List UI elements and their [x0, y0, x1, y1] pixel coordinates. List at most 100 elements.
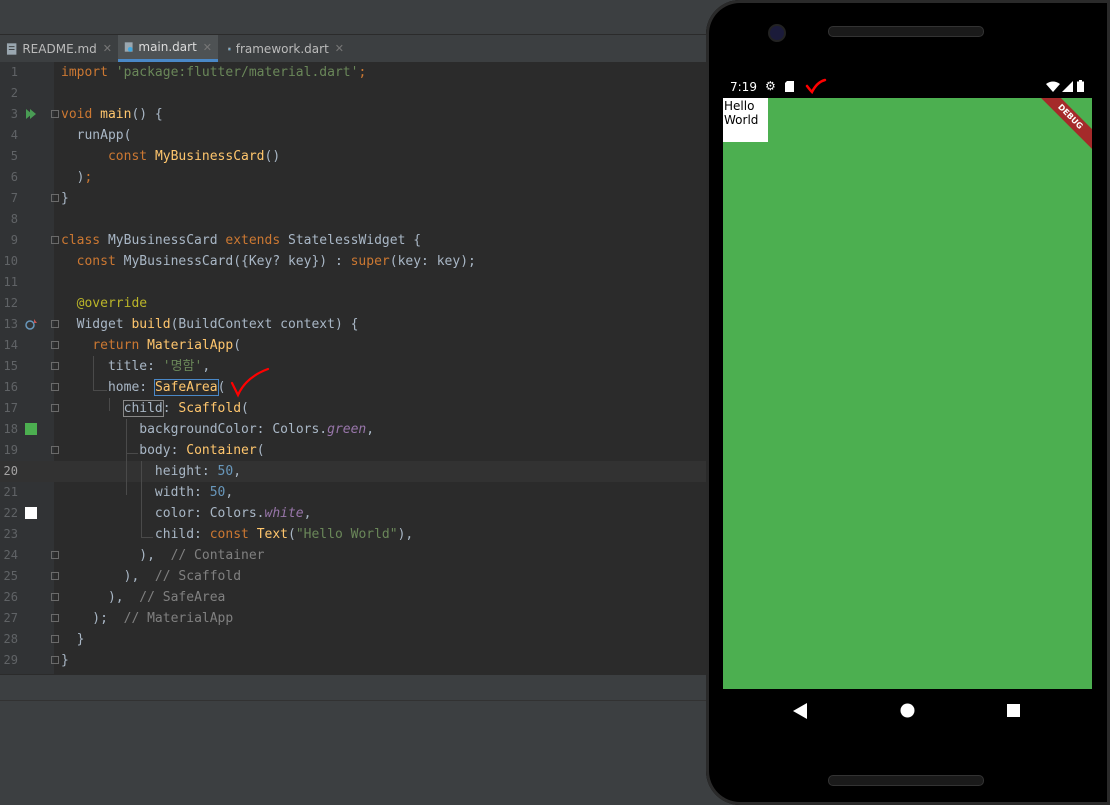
line-number: 10	[3, 254, 18, 268]
code-editor[interactable]: 1 2 3 4 5 6 7 8 9 10 11 12 13 14 15 16 17 18 19 20 21 22 23 24 2…	[0, 62, 706, 674]
line-number: 29	[3, 653, 18, 667]
fold-icon[interactable]	[51, 404, 59, 412]
fold-icon[interactable]	[51, 236, 59, 244]
code-line-15: title: '명함',	[107, 359, 211, 374]
signal-icon	[1062, 81, 1073, 92]
fold-icon[interactable]	[51, 656, 59, 664]
earpiece-speaker	[828, 26, 984, 37]
tab-label: main.dart	[138, 40, 197, 54]
fold-icon[interactable]	[51, 362, 59, 370]
status-time: 7:19	[730, 80, 757, 94]
line-number: 9	[10, 233, 18, 247]
bottom-speaker	[828, 775, 984, 786]
line-number: 21	[3, 485, 18, 499]
line-number: 13	[3, 317, 18, 331]
line-number: 15	[3, 359, 18, 373]
close-icon[interactable]: ✕	[203, 41, 212, 54]
code-line-7: }	[61, 191, 69, 206]
line-number: 16	[3, 380, 18, 394]
line-number: 3	[10, 107, 18, 121]
editor-tabs: README.md ✕ main.dart ✕ framework.dart ✕	[0, 35, 706, 63]
close-icon[interactable]: ✕	[103, 42, 112, 55]
code-line-29: }	[61, 653, 69, 668]
safearea-highlight: SafeArea	[153, 379, 219, 396]
line-number: 17	[3, 401, 18, 415]
red-checkmark-annotation	[805, 78, 827, 94]
line-number: 27	[3, 611, 18, 625]
android-nav-bar	[723, 689, 1092, 733]
line-number: 26	[3, 590, 18, 604]
wifi-icon	[1046, 81, 1060, 92]
fold-icon[interactable]	[51, 320, 59, 328]
close-icon[interactable]: ✕	[335, 42, 344, 55]
code-line-4: runApp(	[76, 128, 132, 143]
line-number: 2	[10, 86, 18, 100]
code-line-17: child: Scaffold(	[122, 400, 249, 417]
line-number: 8	[10, 212, 18, 226]
tab-label: framework.dart	[235, 41, 329, 56]
line-number: 5	[10, 149, 18, 163]
sd-card-icon	[785, 81, 794, 92]
code-line-13: Widget build(BuildContext context) {	[76, 317, 359, 332]
fold-icon[interactable]	[51, 383, 59, 391]
recents-icon[interactable]	[1007, 704, 1020, 717]
code-line-20: height: 50,	[154, 464, 242, 479]
tab-main-dart[interactable]: main.dart ✕	[118, 35, 218, 62]
code-line-25: ), // Scaffold	[61, 569, 242, 584]
line-number: 1	[10, 65, 18, 79]
run-icon[interactable]	[25, 108, 37, 120]
fold-icon[interactable]	[51, 446, 59, 454]
tab-framework-dart[interactable]: framework.dart ✕	[222, 35, 350, 62]
fold-icon[interactable]	[51, 635, 59, 643]
line-number: 25	[3, 569, 18, 583]
app-screen[interactable]: Hello World DEBUG	[723, 98, 1092, 689]
code-line-5: const MyBusinessCard()	[107, 149, 281, 164]
line-number: 11	[3, 275, 18, 289]
color-swatch-white[interactable]	[25, 507, 37, 519]
fold-icon[interactable]	[51, 194, 59, 202]
line-number: 24	[3, 548, 18, 562]
code-line-6: );	[61, 170, 93, 185]
code-line-18: backgroundColor: Colors.green,	[139, 422, 375, 437]
hello-world-container: Hello World	[723, 98, 768, 142]
code-line-28: }	[61, 632, 85, 647]
override-icon[interactable]	[25, 318, 37, 330]
debug-banner: DEBUG	[1036, 98, 1092, 151]
line-number: 23	[3, 527, 18, 541]
code-line-14: return MaterialApp(	[92, 338, 242, 353]
battery-icon	[1077, 80, 1084, 92]
code-line-23: child: const Text("Hello World"),	[154, 527, 414, 542]
code-line-1: import 'package:flutter/material.dart';	[61, 65, 367, 80]
hello-world-text: Hello World	[724, 99, 759, 127]
red-checkmark-annotation	[230, 367, 270, 398]
dart-file-icon	[228, 47, 231, 50]
fold-icon[interactable]	[51, 551, 59, 559]
fold-icon[interactable]	[51, 593, 59, 601]
code-line-9: class MyBusinessCard extends StatelessWi…	[61, 233, 422, 248]
home-icon[interactable]	[900, 703, 915, 718]
code-line-19: body: Container(	[139, 443, 265, 458]
back-icon[interactable]	[793, 703, 807, 719]
gear-icon: ⚙	[765, 79, 776, 93]
dart-file-icon	[124, 42, 133, 52]
ide-toolbar	[0, 0, 720, 35]
fold-icon[interactable]	[51, 110, 59, 118]
camera-icon	[768, 24, 786, 42]
line-number: 14	[3, 338, 18, 352]
status-bar: 7:19 ⚙	[723, 78, 1092, 98]
line-number: 20	[3, 464, 18, 478]
fold-icon[interactable]	[51, 341, 59, 349]
color-swatch-green[interactable]	[25, 423, 37, 435]
code-line-24: ), // Container	[61, 548, 265, 563]
android-emulator: 7:19 ⚙ Hello World DEBUG	[706, 0, 1110, 805]
fold-icon[interactable]	[51, 614, 59, 622]
code-line-26: ), // SafeArea	[61, 590, 226, 605]
code-line-22: color: Colors.white,	[154, 506, 312, 521]
tab-readme[interactable]: README.md ✕	[0, 35, 118, 62]
fold-icon[interactable]	[51, 572, 59, 580]
tab-label: README.md	[22, 41, 97, 56]
code-line-21: width: 50,	[154, 485, 234, 500]
code-line-16: home: SafeArea(	[107, 379, 226, 396]
code-line-10: const MyBusinessCard({Key? key}) : super…	[76, 254, 476, 269]
code-line-27: ); // MaterialApp	[61, 611, 234, 626]
